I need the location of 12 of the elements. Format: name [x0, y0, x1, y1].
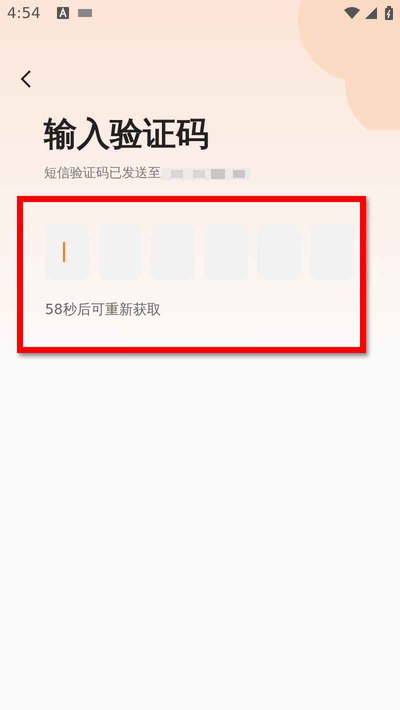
sms-sent-text: 短信验证码已发送至: [44, 165, 161, 183]
back-icon: [21, 70, 31, 88]
text-cursor: [63, 242, 65, 262]
code-digit-field[interactable]: [45, 224, 89, 280]
battery-icon: [385, 6, 393, 20]
wifi-icon: [344, 7, 360, 19]
signal-icon: [365, 7, 377, 19]
page-title: 输入验证码: [44, 114, 210, 154]
keyboard-badge-icon: [56, 7, 69, 19]
keyboard-icon: [78, 9, 92, 17]
status-time: 4:54: [7, 2, 41, 24]
resend-countdown: 58秒后可重新获取: [45, 300, 162, 320]
